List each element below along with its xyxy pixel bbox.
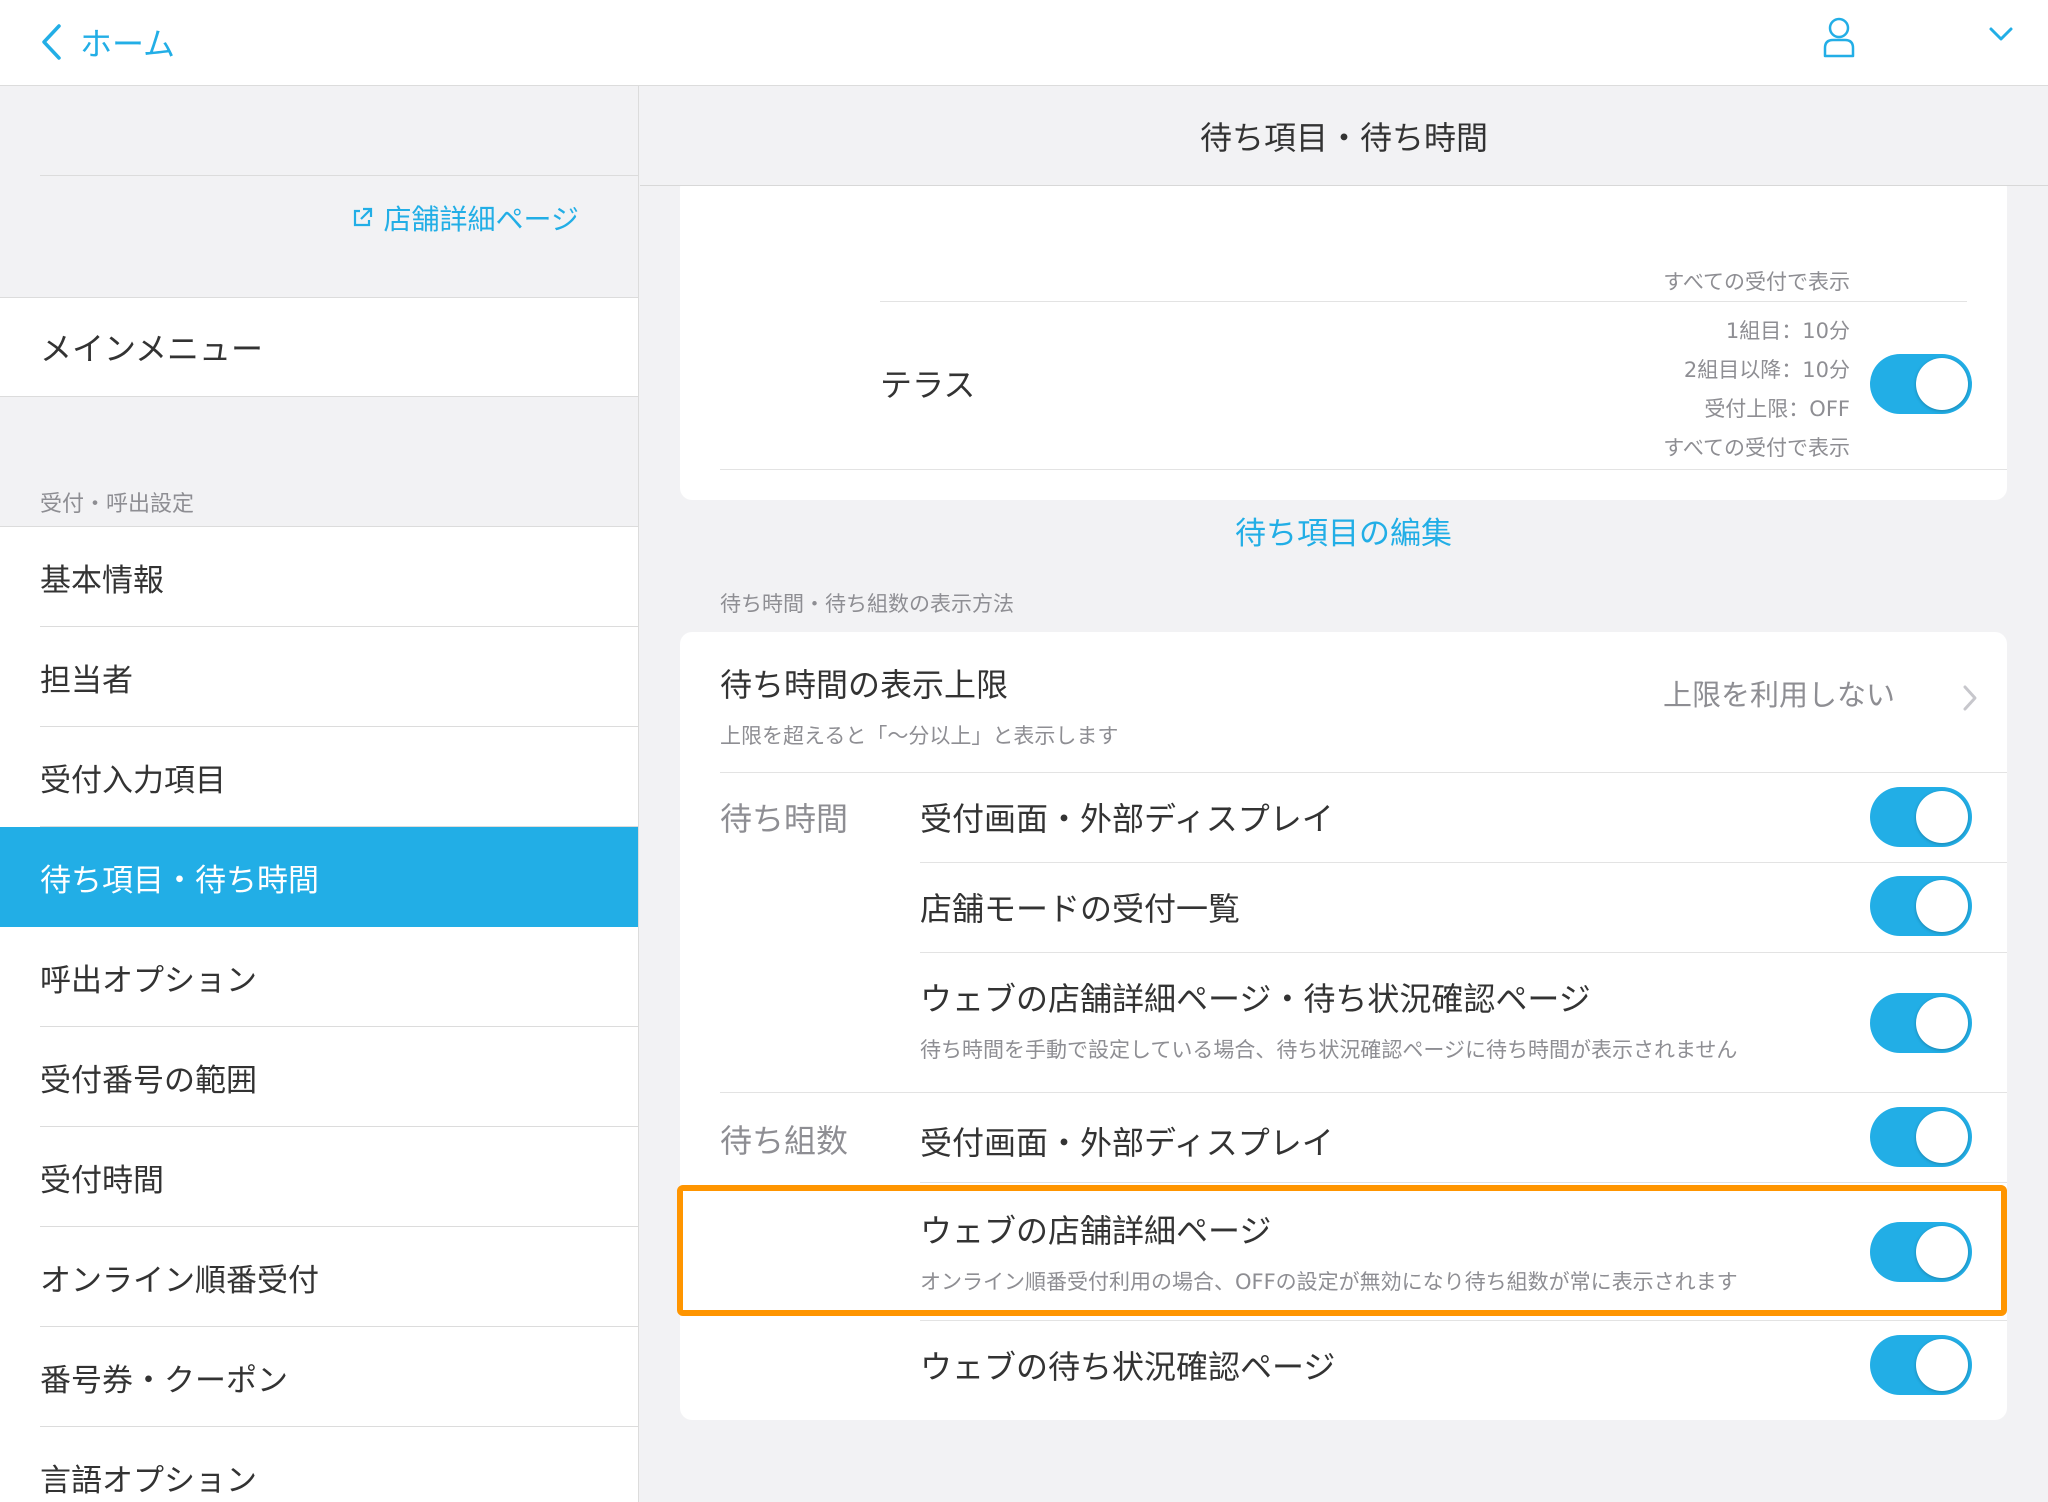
- sidebar-item-basic-info[interactable]: 基本情報: [0, 527, 638, 627]
- wait-time-store-mode-toggle[interactable]: [1870, 876, 1972, 936]
- wait-count-shop-page-toggle[interactable]: [1870, 1222, 1972, 1282]
- sidebar-item-label: 受付番号の範囲: [40, 1062, 257, 1099]
- sidebar-item-label: 受付時間: [40, 1162, 164, 1199]
- terrace-info-line: 1組目：10分: [1725, 319, 1850, 343]
- sidebar-item-label: オンライン順番受付: [40, 1262, 319, 1299]
- sidebar-item-reception-hours[interactable]: 受付時間: [0, 1127, 638, 1227]
- page-title: 待ち項目・待ち時間: [640, 86, 2048, 186]
- sidebar-item-language-options[interactable]: 言語オプション: [0, 1427, 638, 1502]
- wait-count-shop-page-note: オンライン順番受付利用の場合、OFFの設定が無効になり待ち組数が常に表示されます: [920, 1270, 1738, 1294]
- main-menu-label: メインメニュー: [40, 330, 264, 368]
- sidebar-item-main-menu[interactable]: メインメニュー: [0, 297, 638, 397]
- sidebar: 店舗詳細ページ メインメニュー 受付・呼出設定 基本情報 担当者 受付入力項目 …: [0, 86, 639, 1502]
- wait-count-reception-display-toggle[interactable]: [1870, 1107, 1972, 1167]
- wait-time-reception-display-toggle[interactable]: [1870, 787, 1972, 847]
- divider: [40, 175, 638, 176]
- top-bar: ホーム: [0, 0, 2048, 86]
- wait-time-group-label: 待ち時間: [720, 800, 849, 838]
- limit-subtitle: 上限を超えると「〜分以上」と表示します: [720, 724, 1119, 748]
- wait-time-web-pages-label: ウェブの店舗詳細ページ・待ち状況確認ページ: [920, 980, 1591, 1018]
- toggle-knob: [1916, 1339, 1968, 1391]
- sidebar-item-tickets-coupons[interactable]: 番号券・クーポン: [0, 1327, 638, 1427]
- wait-count-group-label: 待ち組数: [720, 1122, 849, 1160]
- toggle-knob: [1916, 358, 1968, 410]
- wait-time-reception-display-label: 受付画面・外部ディスプレイ: [920, 800, 1334, 838]
- toggle-knob: [1916, 791, 1968, 843]
- wait-time-web-pages-toggle[interactable]: [1870, 993, 1972, 1053]
- clipped-display-scope: すべての受付で表示: [1663, 270, 1850, 294]
- chevron-down-icon[interactable]: [1988, 26, 2014, 42]
- wait-count-shop-page-label: ウェブの店舗詳細ページ: [920, 1212, 1272, 1250]
- wait-time-store-mode-label: 店舗モードの受付一覧: [920, 890, 1241, 928]
- limit-value[interactable]: 上限を利用しない: [1663, 672, 1895, 714]
- user-icon[interactable]: [1822, 16, 1856, 58]
- sidebar-item-label: 呼出オプション: [40, 962, 257, 999]
- divider: [920, 1320, 2007, 1321]
- shop-detail-link[interactable]: 店舗詳細ページ: [350, 198, 579, 238]
- limit-title: 待ち時間の表示上限: [720, 666, 1009, 704]
- wait-items-card: すべての受付で表示 テラス 1組目：10分 2組目以降：10分 受付上限：OFF…: [680, 176, 2007, 552]
- divider: [920, 1182, 2007, 1183]
- wait-item-terrace-info: 1組目：10分 2組目以降：10分 受付上限：OFF すべての受付で表示: [1663, 312, 1850, 468]
- sidebar-item-label: 担当者: [40, 662, 133, 699]
- divider: [920, 862, 2007, 863]
- wait-item-terrace-label: テラス: [880, 366, 976, 404]
- sidebar-header: 店舗詳細ページ: [0, 86, 638, 297]
- divider: [880, 301, 1967, 302]
- back-button[interactable]: ホーム: [40, 14, 175, 70]
- sidebar-item-staff[interactable]: 担当者: [0, 627, 638, 727]
- sidebar-item-wait-items[interactable]: 待ち項目・待ち時間: [0, 827, 638, 927]
- external-link-icon: [353, 207, 372, 227]
- toggle-knob: [1916, 880, 1968, 932]
- sidebar-item-online-queue[interactable]: オンライン順番受付: [0, 1227, 638, 1327]
- wait-count-reception-display-label: 受付画面・外部ディスプレイ: [920, 1124, 1334, 1162]
- divider: [920, 952, 2007, 953]
- sidebar-section-label: 受付・呼出設定: [40, 492, 195, 517]
- terrace-toggle[interactable]: [1870, 354, 1972, 414]
- toggle-knob: [1916, 997, 1968, 1049]
- wait-time-web-pages-note: 待ち時間を手動で設定している場合、待ち状況確認ページに待ち時間が表示されません: [920, 1038, 1738, 1062]
- divider: [720, 772, 2007, 773]
- sidebar-item-call-options[interactable]: 呼出オプション: [0, 927, 638, 1027]
- divider: [720, 1092, 2007, 1093]
- sidebar-item-label: 番号券・クーポン: [40, 1362, 288, 1399]
- display-settings-card: [680, 632, 2007, 1420]
- chevron-left-icon: [42, 24, 61, 60]
- content-pane: 待ち項目・待ち時間 すべての受付で表示 テラス 1組目：10分 2組目以降：10…: [640, 86, 2048, 1502]
- display-section-label: 待ち時間・待ち組数の表示方法: [720, 592, 1014, 616]
- sidebar-item-number-range[interactable]: 受付番号の範囲: [0, 1027, 638, 1127]
- sidebar-item-label: 基本情報: [40, 562, 164, 599]
- sidebar-list: 基本情報 担当者 受付入力項目 待ち項目・待ち時間 呼出オプション 受付番号の範…: [0, 527, 638, 1502]
- back-label: ホーム: [80, 25, 176, 63]
- sidebar-item-input-fields[interactable]: 受付入力項目: [0, 727, 638, 827]
- terrace-info-line: すべての受付で表示: [1663, 436, 1850, 460]
- terrace-info-line: 受付上限：OFF: [1704, 397, 1850, 421]
- edit-wait-items-button[interactable]: 待ち項目の編集: [680, 470, 2007, 590]
- sidebar-item-label: 言語オプション: [40, 1462, 257, 1499]
- shop-link-label: 店舗詳細ページ: [383, 203, 579, 236]
- wait-count-status-page-label: ウェブの待ち状況確認ページ: [920, 1348, 1336, 1386]
- wait-count-status-page-toggle[interactable]: [1870, 1335, 1972, 1395]
- toggle-knob: [1916, 1226, 1968, 1278]
- terrace-info-line: 2組目以降：10分: [1683, 358, 1850, 382]
- sidebar-item-label: 待ち項目・待ち時間: [40, 862, 319, 899]
- toggle-knob: [1916, 1111, 1968, 1163]
- sidebar-item-label: 受付入力項目: [40, 762, 226, 799]
- chevron-right-icon[interactable]: [1962, 684, 1978, 712]
